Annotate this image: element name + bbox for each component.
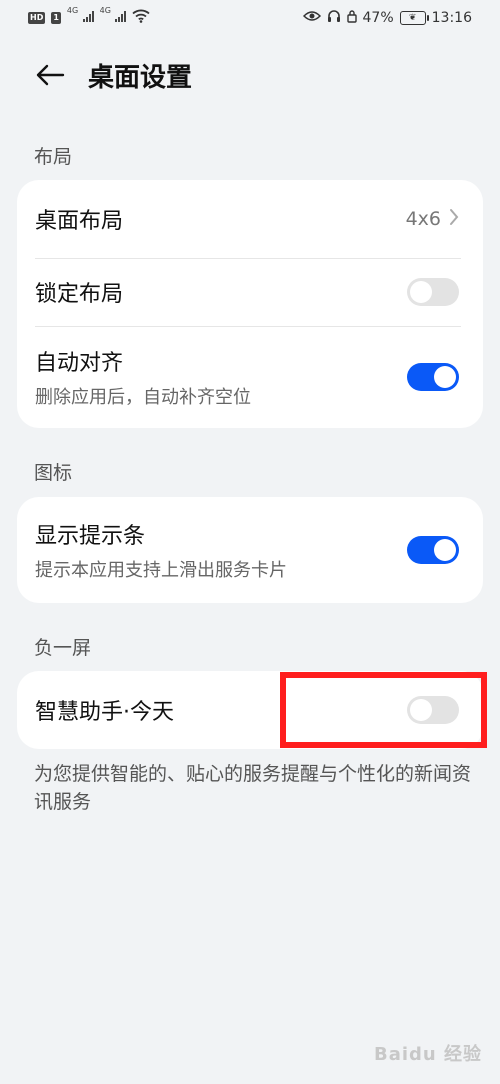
auto-align-title: 自动对齐 — [35, 351, 124, 376]
network-type-1: 4G — [66, 6, 79, 15]
hd-label: HD — [30, 13, 44, 22]
show-hint-bar-row: 显示提示条 提示本应用支持上滑出服务卡片 — [17, 497, 483, 603]
show-hint-bar-toggle[interactable] — [407, 536, 459, 564]
icons-card: 显示提示条 提示本应用支持上滑出服务卡片 — [17, 497, 483, 603]
show-hint-bar-subtitle: 提示本应用支持上滑出服务卡片 — [35, 560, 287, 581]
status-bar-right: 47% ❦ 13:16 — [302, 9, 472, 27]
status-bar-left: HD 1 4G 4G — [28, 6, 151, 27]
auto-align-row: 自动对齐 删除应用后，自动补齐空位 — [17, 326, 483, 428]
hd-icon: HD — [28, 12, 46, 24]
toggle-knob — [410, 281, 432, 303]
auto-align-toggle[interactable] — [407, 363, 459, 391]
header: 桌面设置 — [0, 46, 500, 104]
back-arrow-icon — [36, 64, 65, 86]
desktop-layout-value: 4x6 — [405, 208, 441, 230]
page-title: 桌面设置 — [88, 62, 193, 93]
section-label-minus-one: 负一屏 — [34, 637, 92, 659]
smart-assistant-note: 为您提供智能的、贴心的服务提醒与个性化的新闻资讯服务 — [34, 763, 472, 813]
watermark: Baidu 经验 — [373, 1044, 482, 1065]
toggle-knob — [434, 366, 456, 388]
network-type-2: 4G — [99, 6, 111, 15]
chevron-right-icon — [449, 207, 459, 232]
wifi-icon — [132, 9, 151, 27]
desktop-layout-title: 桌面布局 — [35, 209, 124, 234]
toggle-knob — [434, 539, 456, 561]
section-label-icons: 图标 — [34, 462, 73, 484]
battery-icon: ❦ — [399, 11, 429, 25]
desktop-layout-row[interactable]: 桌面布局 4x6 — [17, 180, 483, 258]
section-label-layout: 布局 — [34, 146, 73, 168]
lock-layout-row: 锁定布局 — [17, 258, 483, 326]
sim-label: 1 — [53, 13, 59, 22]
status-bar: HD 1 4G 4G 47% ❦ 13:16 — [0, 0, 500, 36]
signal-icon-2: 4G — [100, 6, 127, 26]
lock-layout-toggle[interactable] — [407, 278, 459, 306]
sim-icon: 1 — [51, 12, 61, 24]
battery-percent: 47% — [362, 10, 394, 26]
eye-icon — [302, 10, 321, 26]
signal-icon: 4G — [67, 6, 94, 26]
lock-layout-title: 锁定布局 — [35, 282, 124, 307]
back-button[interactable] — [22, 47, 78, 103]
headphones-icon — [327, 9, 341, 27]
show-hint-bar-title: 显示提示条 — [35, 524, 146, 549]
layout-card: 桌面布局 4x6 锁定布局 自动对齐 删除应用后，自动补齐空位 — [17, 180, 483, 428]
highlight-box — [280, 672, 487, 748]
clock: 13:16 — [431, 10, 472, 26]
lock-icon — [346, 9, 357, 27]
auto-align-subtitle: 删除应用后，自动补齐空位 — [35, 387, 251, 408]
